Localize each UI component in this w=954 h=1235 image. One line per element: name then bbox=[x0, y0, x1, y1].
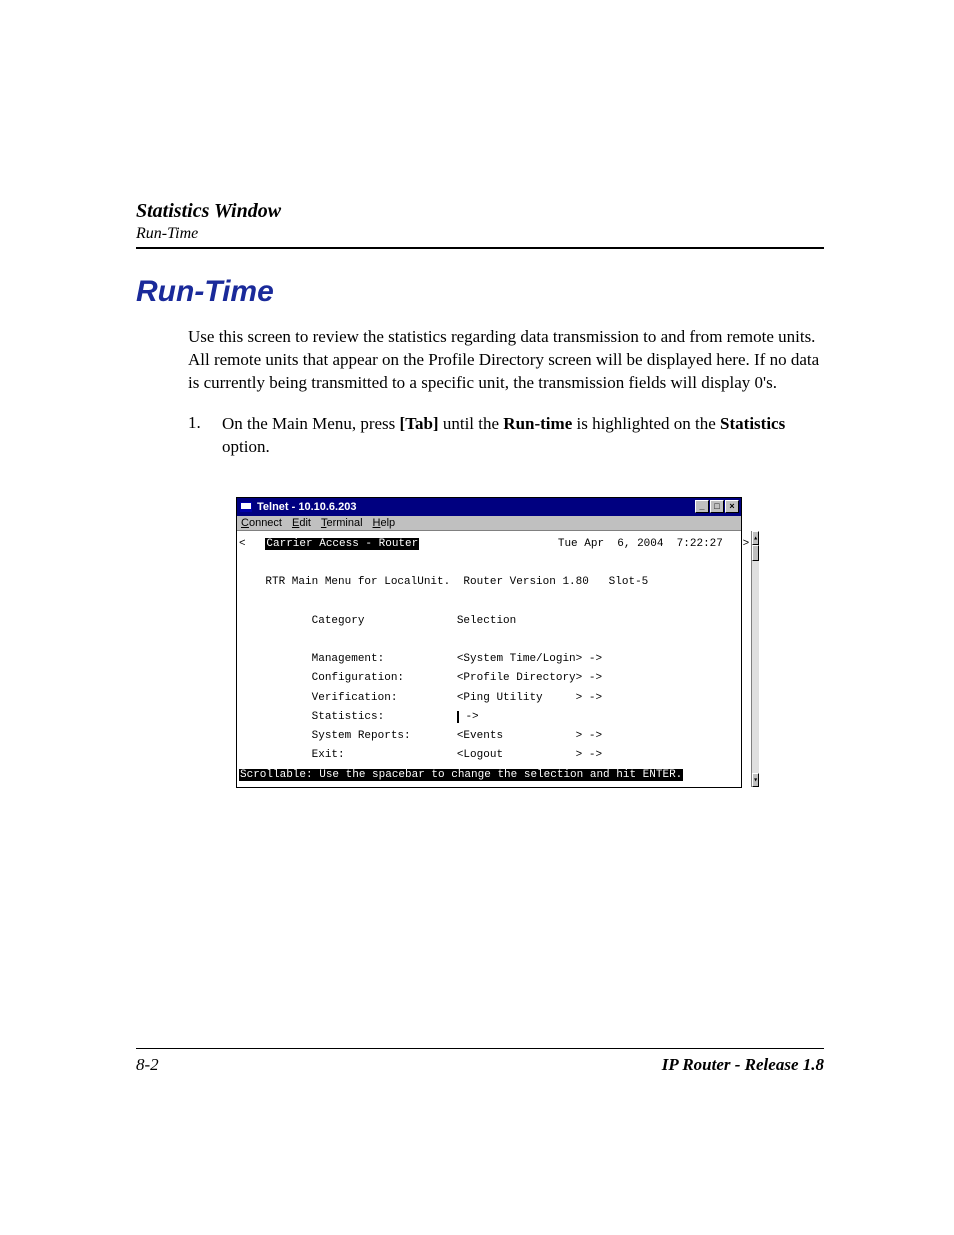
telnet-titlebar[interactable]: Telnet - 10.10.6.203 _ □ × bbox=[237, 498, 741, 516]
page-header-subtitle: Run-Time bbox=[136, 225, 824, 243]
telnet-title: Telnet - 10.10.6.203 bbox=[257, 501, 695, 513]
section-heading: Run-Time bbox=[136, 275, 824, 309]
telnet-menubar[interactable]: Connect Edit Terminal Help bbox=[237, 516, 741, 531]
page-number: 8-2 bbox=[136, 1055, 159, 1075]
header-rule bbox=[136, 247, 824, 249]
term-runtime: Run-time bbox=[503, 414, 572, 433]
term-statistics: Statistics bbox=[720, 414, 785, 433]
scroll-track[interactable] bbox=[752, 545, 759, 773]
scroll-down-button[interactable]: ▾ bbox=[752, 773, 759, 787]
step-number: 1. bbox=[188, 413, 222, 459]
key-tab: [Tab] bbox=[400, 414, 439, 433]
close-button[interactable]: × bbox=[725, 500, 739, 513]
step-text: On the Main Menu, press [Tab] until the … bbox=[222, 413, 824, 459]
terminal-scrollbar[interactable]: ▴ ▾ bbox=[751, 531, 759, 787]
telnet-app-icon bbox=[239, 501, 253, 513]
telnet-window: Telnet - 10.10.6.203 _ □ × Connect Edit … bbox=[236, 497, 742, 788]
scroll-thumb[interactable] bbox=[752, 545, 759, 561]
menu-help[interactable]: Help bbox=[373, 517, 396, 529]
menu-edit[interactable]: Edit bbox=[292, 517, 311, 529]
minimize-button[interactable]: _ bbox=[695, 500, 709, 513]
doc-title: IP Router - Release 1.8 bbox=[662, 1055, 824, 1075]
footer-rule bbox=[136, 1048, 824, 1049]
intro-paragraph: Use this screen to review the statistics… bbox=[188, 326, 824, 395]
menu-terminal[interactable]: Terminal bbox=[321, 517, 363, 529]
maximize-button[interactable]: □ bbox=[710, 500, 724, 513]
scroll-up-button[interactable]: ▴ bbox=[752, 531, 759, 545]
step-1: 1. On the Main Menu, press [Tab] until t… bbox=[188, 413, 824, 459]
page-header-title: Statistics Window bbox=[136, 200, 824, 223]
menu-connect[interactable]: Connect bbox=[241, 517, 282, 529]
terminal-content[interactable]: < Carrier Access - Router Tue Apr 6, 200… bbox=[237, 531, 751, 787]
